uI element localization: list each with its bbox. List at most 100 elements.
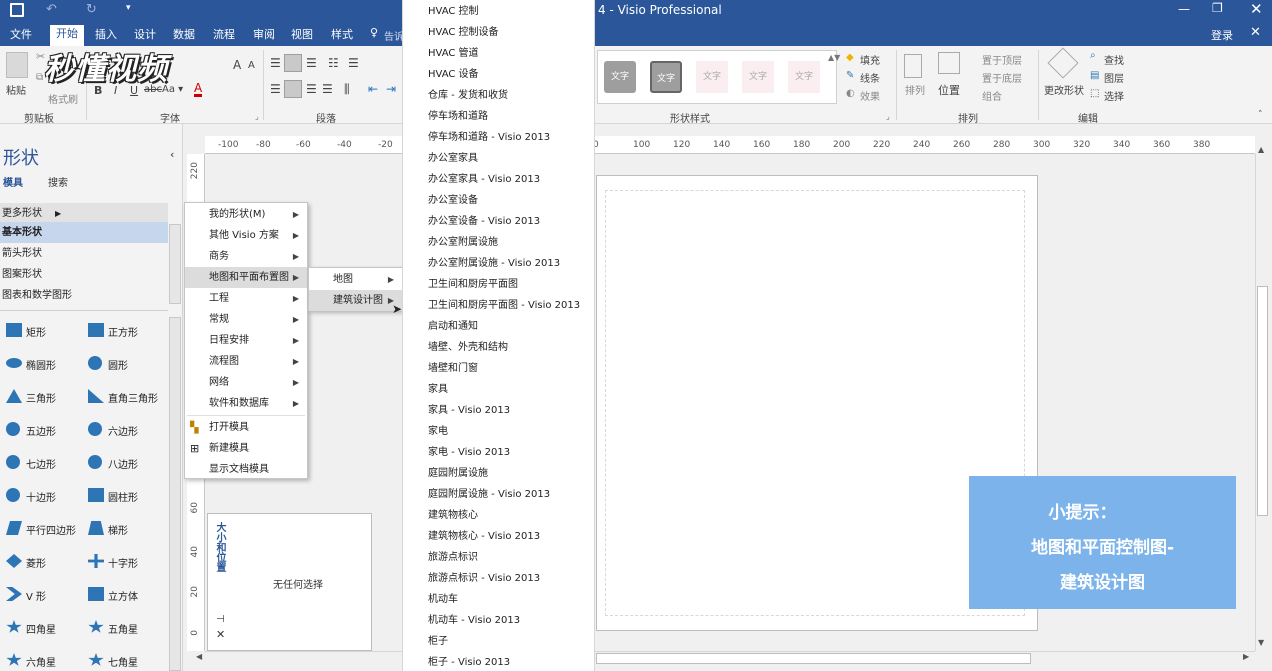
align-middle-icon[interactable]: [284, 54, 302, 72]
justify-icon[interactable]: ☰: [322, 82, 333, 96]
find-icon[interactable]: ⌕: [1090, 50, 1096, 61]
group-button[interactable]: 组合: [982, 88, 1002, 103]
copy-icon[interactable]: ⧉: [36, 72, 43, 83]
shape-item[interactable]: 椭圆形: [6, 356, 86, 374]
menu-item[interactable]: 地图和平面布置图 ▶: [185, 267, 307, 288]
line-icon[interactable]: ✎: [846, 70, 854, 81]
menu-item[interactable]: 办公室设备 - Visio 2013: [428, 212, 540, 227]
shape-item[interactable]: 八边形: [88, 455, 168, 473]
shape-item[interactable]: 菱形: [6, 554, 86, 572]
grow-font-icon[interactable]: A: [233, 58, 241, 72]
select-button[interactable]: 选择: [1104, 88, 1124, 103]
shrink-font-icon[interactable]: A: [248, 60, 255, 71]
paste-icon[interactable]: [6, 52, 28, 78]
menu-item[interactable]: 流程图 ▶: [185, 351, 307, 372]
menu-item[interactable]: 办公室家具: [428, 149, 478, 164]
position-icon[interactable]: [938, 52, 960, 74]
style-sample-4[interactable]: 文字: [742, 61, 774, 93]
menu-item[interactable]: 建筑设计图 ▶: [309, 290, 402, 311]
tab-data[interactable]: 数据: [167, 26, 201, 44]
layer-button[interactable]: 图层: [1104, 70, 1124, 85]
decrease-indent-icon[interactable]: ⇤: [368, 82, 378, 96]
menu-item[interactable]: 软件和数据库 ▶: [185, 393, 307, 414]
shape-item[interactable]: 平行四边形: [6, 521, 86, 539]
menu-item[interactable]: 常规 ▶: [185, 309, 307, 330]
more-shapes-item[interactable]: 更多形状 ▶: [0, 203, 168, 224]
tab-file[interactable]: 文件: [4, 26, 38, 44]
menu-item[interactable]: 其他 Visio 方案 ▶: [185, 225, 307, 246]
menu-item[interactable]: 家电: [428, 422, 448, 437]
shape-item[interactable]: 三角形: [6, 389, 86, 407]
menu-item[interactable]: 墙壁和门窗: [428, 359, 478, 374]
shape-item[interactable]: 正方形: [88, 323, 168, 341]
align-top-icon[interactable]: ☰: [270, 56, 281, 70]
menu-item[interactable]: 办公室家具 - Visio 2013: [428, 170, 540, 185]
italic-button[interactable]: I: [114, 84, 117, 97]
close-icon[interactable]: ✕: [1250, 0, 1263, 18]
panel-close-icon[interactable]: ✕: [216, 628, 225, 641]
scroll-down-icon[interactable]: ▼: [1258, 638, 1264, 647]
minimize-icon[interactable]: —: [1178, 2, 1190, 16]
menu-item[interactable]: 商务 ▶: [185, 246, 307, 267]
shape-item[interactable]: 十字形: [88, 554, 168, 572]
menu-item[interactable]: 我的形状(M) ▶: [185, 204, 307, 225]
tab-process[interactable]: 流程: [207, 26, 241, 44]
format-painter-button[interactable]: 格式刷: [48, 91, 78, 106]
fill-icon[interactable]: ◆: [846, 52, 854, 63]
tab-style[interactable]: 样式: [325, 26, 359, 44]
scroll-up-icon[interactable]: ▲: [1258, 145, 1264, 154]
stencil-arrow-shapes[interactable]: 箭头形状: [0, 243, 168, 264]
stencil-list-scrollbar[interactable]: [169, 224, 181, 304]
underline-button[interactable]: U: [130, 84, 138, 97]
menu-item[interactable]: 启动和通知: [428, 317, 478, 332]
tab-insert[interactable]: 插入: [89, 26, 123, 44]
menu-item[interactable]: 柜子: [428, 632, 448, 647]
shape-item[interactable]: 六边形: [88, 422, 168, 440]
menu-item[interactable]: 墙壁、外壳和结构: [428, 338, 508, 353]
tab-home[interactable]: 开始: [50, 25, 84, 46]
menu-item[interactable]: 旅游点标识 - Visio 2013: [428, 569, 540, 584]
collapse-pane-icon[interactable]: ‹: [170, 148, 174, 161]
h-scroll-thumb[interactable]: [596, 653, 1031, 664]
shape-item[interactable]: 圆柱形: [88, 488, 168, 506]
shape-item[interactable]: 七边形: [6, 455, 86, 473]
menu-item[interactable]: 卫生间和厨房平面图: [428, 275, 518, 290]
scroll-left-icon[interactable]: ◀: [196, 652, 202, 661]
font-dialog-icon[interactable]: ⌟: [255, 112, 259, 121]
shape-item[interactable]: 直角三角形: [88, 389, 168, 407]
tab-search[interactable]: 搜索: [48, 174, 68, 189]
style-sample-5[interactable]: 文字: [788, 61, 820, 93]
shape-item[interactable]: 五角星: [88, 620, 168, 638]
layer-icon[interactable]: ▤: [1090, 70, 1099, 81]
menu-item[interactable]: HVAC 设备: [428, 65, 479, 80]
close-ribbon-icon[interactable]: ✕: [1250, 25, 1261, 40]
menu-item[interactable]: HVAC 管道: [428, 44, 479, 59]
gallery-scroll-icon[interactable]: ▲▼: [828, 53, 840, 62]
tab-stencil[interactable]: 模具: [3, 174, 23, 189]
menu-item[interactable]: 办公室附属设施: [428, 233, 498, 248]
menu-item[interactable]: 地图 ▶: [309, 269, 402, 290]
tab-review[interactable]: 审阅: [247, 26, 281, 44]
align-right-icon[interactable]: ☰: [306, 82, 317, 96]
menu-item[interactable]: 建筑物核心 - Visio 2013: [428, 527, 540, 542]
line-button[interactable]: 线条: [860, 70, 880, 85]
menu-item[interactable]: ▚ 打开模具: [185, 417, 307, 438]
shape-item[interactable]: 六角星: [6, 653, 86, 671]
collapse-ribbon-icon[interactable]: ˄: [1258, 110, 1263, 120]
shape-styles-dialog-icon[interactable]: ⌟: [886, 112, 890, 121]
v-scroll-thumb[interactable]: [1257, 286, 1268, 516]
strike-button[interactable]: abc: [144, 84, 162, 95]
align-bottom-icon[interactable]: ☰: [306, 56, 317, 70]
style-sample-2[interactable]: 文字: [650, 61, 682, 93]
menu-item[interactable]: 显示文档模具: [185, 459, 307, 480]
menu-item[interactable]: 停车场和道路 - Visio 2013: [428, 128, 550, 143]
shapes-scrollbar[interactable]: [169, 317, 181, 671]
menu-item[interactable]: 机动车 - Visio 2013: [428, 611, 520, 626]
bold-button[interactable]: B: [94, 84, 102, 97]
change-shape-icon[interactable]: [1047, 47, 1079, 79]
customize-qat-icon[interactable]: ▾: [126, 3, 131, 13]
font-color-icon[interactable]: A: [194, 82, 203, 97]
change-case-button[interactable]: Aa ▾: [162, 84, 183, 95]
align-button[interactable]: 排列: [905, 82, 925, 97]
shape-item[interactable]: V 形: [6, 587, 86, 605]
